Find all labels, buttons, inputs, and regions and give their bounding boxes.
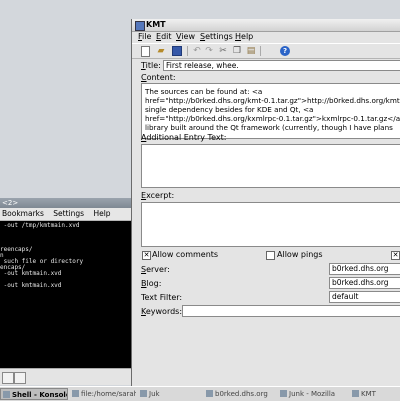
task-kmt[interactable]: KMT: [350, 388, 398, 400]
menu-settings[interactable]: Settings: [200, 31, 233, 43]
mozilla-icon: [280, 390, 287, 397]
kmt-menubar: File Edit View Settings Help: [132, 31, 400, 43]
menu-help[interactable]: Help: [235, 31, 253, 43]
copy-icon[interactable]: ❐: [232, 46, 242, 56]
content-line: The sources can be found at: <a: [145, 87, 263, 96]
extra-checkbox[interactable]: ✕: [391, 251, 400, 260]
task-mozilla[interactable]: Junk - Mozilla: [278, 388, 348, 400]
help-icon[interactable]: ?: [280, 46, 290, 56]
save-icon[interactable]: [172, 46, 182, 56]
toolbar-separator: [260, 46, 261, 56]
menu-edit[interactable]: Edit: [156, 31, 172, 43]
toolbar-separator: [187, 46, 188, 56]
text-filter-select[interactable]: default: [329, 291, 400, 303]
keywords-input[interactable]: [182, 305, 400, 317]
title-label: Title:: [141, 61, 161, 70]
allow-comments-checkbox[interactable]: ✕: [142, 251, 151, 260]
paste-icon[interactable]: ▤: [246, 46, 256, 56]
menu-view[interactable]: View: [176, 31, 195, 43]
new-session-icon[interactable]: [2, 372, 14, 384]
menu-help[interactable]: Help: [93, 209, 110, 218]
server-select[interactable]: b0rked.dhs.org: [329, 263, 400, 275]
task-browser[interactable]: b0rked.dhs.org: [204, 388, 276, 400]
open-icon[interactable]: ▰: [156, 46, 166, 56]
kmt-window: KMT File Edit View Settings Help ▰ ↶ ↷ ✂…: [131, 19, 400, 386]
konsole-title: <2>: [2, 199, 19, 207]
browser-icon: [206, 390, 213, 397]
new-icon[interactable]: [141, 46, 150, 57]
content-line: single dependency besides for KDE and Qt…: [145, 105, 314, 114]
kmt-app-icon: [135, 21, 145, 31]
blog-select[interactable]: b0rked.dhs.org: [329, 277, 400, 289]
additional-entry-label: Additional Entry Text:: [141, 133, 227, 142]
kmt-icon: [352, 390, 359, 397]
text-filter-label: Text Filter:: [141, 293, 183, 302]
allow-pings-label: Allow pings: [277, 250, 323, 259]
folder-icon: [72, 390, 79, 397]
blog-label: Blog:: [141, 279, 162, 288]
keywords-label: Keywords:: [141, 307, 183, 316]
server-label: Server:: [141, 265, 170, 274]
excerpt-label: Excerpt:: [141, 191, 175, 200]
terminal-line: -out kmtmain.xvd: [0, 270, 62, 277]
menu-bookmarks[interactable]: Bookmarks: [2, 209, 44, 218]
content-line: library built around the Qt framework (c…: [145, 123, 393, 132]
menu-file[interactable]: File: [138, 31, 151, 43]
terminal-line: -out kmtmain.xvd: [0, 282, 62, 289]
session-tab-icon[interactable]: [14, 372, 26, 384]
content-textarea[interactable]: The sources can be found at: <a href="ht…: [141, 83, 400, 139]
music-icon: [140, 390, 147, 397]
kmt-title: KMT: [146, 20, 166, 29]
undo-icon[interactable]: ↶: [192, 46, 202, 56]
terminal-line: -out /tmp/kmtmain.xvd: [0, 222, 80, 229]
title-input[interactable]: [163, 60, 400, 71]
kmt-toolbar: ▰ ↶ ↷ ✂ ❐ ▤ ?: [132, 43, 400, 59]
terminal-icon: [3, 391, 10, 398]
menu-settings[interactable]: Settings: [53, 209, 84, 218]
allow-pings-checkbox[interactable]: [266, 251, 275, 260]
additional-entry-textarea[interactable]: [141, 144, 400, 188]
content-line: href="http://b0rked.dhs.org/kxmlrpc-0.1.…: [145, 114, 400, 123]
cut-icon[interactable]: ✂: [218, 46, 228, 56]
task-juk[interactable]: Juk: [138, 388, 190, 400]
terminal-line: reencaps/: [0, 246, 33, 253]
allow-comments-label: Allow comments: [152, 250, 219, 259]
redo-icon[interactable]: ↷: [204, 46, 214, 56]
content-label: Content:: [141, 73, 176, 82]
content-line: href="http://b0rked.dhs.org/kmt-0.1.tar.…: [145, 96, 400, 105]
taskbar: Shell - Konsole file:/home/sarah Juk b0r…: [0, 386, 400, 401]
task-file-manager[interactable]: file:/home/sarah: [70, 388, 136, 400]
task-konsole[interactable]: Shell - Konsole: [0, 388, 68, 400]
excerpt-textarea[interactable]: [141, 202, 400, 247]
